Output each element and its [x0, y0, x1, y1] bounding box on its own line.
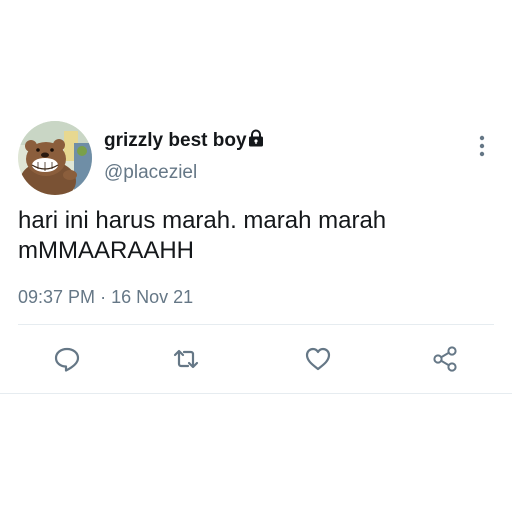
meta-separator: ·: [100, 287, 107, 307]
avatar[interactable]: [18, 121, 92, 195]
like-button[interactable]: [303, 344, 333, 374]
lock-icon: [246, 128, 266, 148]
tweet-text-line: mMMAARAAHH: [18, 237, 195, 264]
reply-button[interactable]: [52, 344, 82, 374]
retweet-icon: [173, 349, 199, 369]
grizzly-bear-avatar-icon: [18, 121, 92, 195]
tweet-text-line: hari ini harus marah. marah marah: [18, 207, 387, 234]
heart-icon: [305, 347, 331, 371]
share-button[interactable]: [430, 344, 460, 374]
tweet-card: grizzly best boy @placeziel hari ini har…: [0, 0, 512, 512]
retweet-button[interactable]: [171, 344, 201, 374]
tweet-time[interactable]: 09:37 PM: [18, 287, 95, 307]
tweet-timestamp: 09:37 PM · 16 Nov 21: [18, 287, 193, 308]
tweet-text: hari ini harus marah. marah marah mMMAAR…: [18, 206, 488, 266]
divider: [18, 324, 494, 325]
tweet-date[interactable]: 16 Nov 21: [111, 287, 193, 307]
divider: [0, 393, 512, 394]
comment-icon: [54, 347, 80, 372]
user-handle[interactable]: @placeziel: [104, 162, 197, 184]
share-icon: [433, 346, 457, 372]
more-vertical-icon[interactable]: [470, 132, 494, 160]
display-name[interactable]: grizzly best boy: [104, 130, 247, 152]
